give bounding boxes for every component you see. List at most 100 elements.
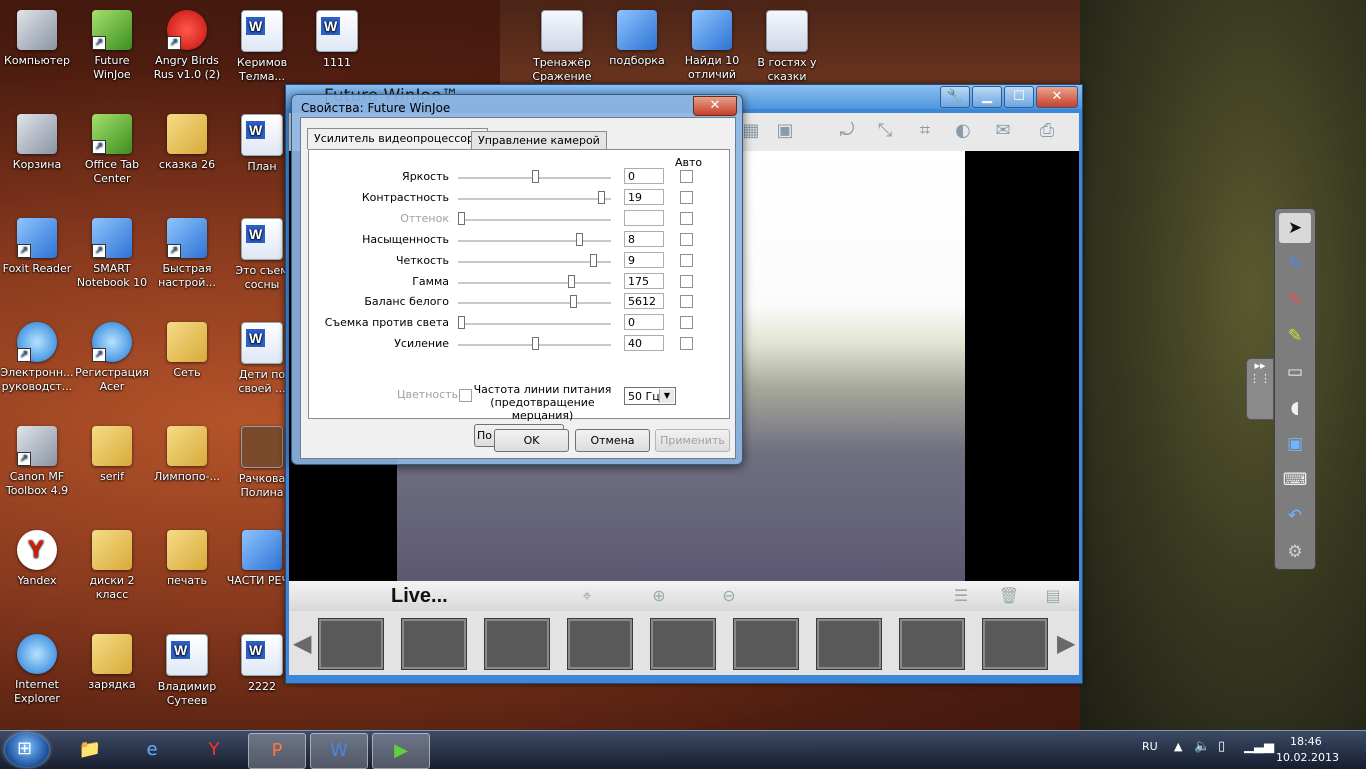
slider-track[interactable] (458, 261, 611, 264)
setting-value-field[interactable]: 0 (624, 314, 664, 330)
tray-arrow-icon[interactable]: ▲ (1174, 740, 1182, 753)
desktop-icon-1111[interactable]: 1111 (300, 10, 374, 70)
desktop-icon-fairytale[interactable]: В гостях у сказки (750, 10, 824, 84)
auto-checkbox[interactable] (680, 316, 693, 329)
slider-thumb[interactable] (590, 254, 597, 267)
thumbnail-slot[interactable] (567, 618, 633, 670)
ok-button[interactable]: OK (494, 429, 569, 452)
desktop-icon-smart-notebook[interactable]: ↗ SMART Notebook 10 (75, 218, 149, 290)
scroll-left-icon[interactable]: ◀ (293, 629, 311, 657)
resize-icon[interactable]: ⤡ (873, 119, 897, 143)
ie-taskbar-icon[interactable]: e (124, 733, 180, 767)
slider-track[interactable] (458, 323, 611, 326)
desktop-icon-find-10[interactable]: Найди 10 отличий (675, 10, 749, 82)
clock-date[interactable]: 10.02.2013 (1276, 751, 1339, 764)
creative-pen-icon[interactable]: ✎ (1279, 285, 1311, 315)
slider-thumb[interactable] (576, 233, 583, 246)
eraser-icon[interactable]: ▭ (1279, 357, 1311, 387)
thumbnail-slot[interactable] (733, 618, 799, 670)
thumbnail-slot[interactable] (401, 618, 467, 670)
frequency-select[interactable]: 50 Гц ▼ (624, 387, 676, 405)
notebook-icon[interactable]: ▣ (1279, 429, 1311, 459)
desktop-icon-podborka[interactable]: подборка (600, 10, 674, 68)
desktop-icon-yandex[interactable]: Yandex (0, 530, 74, 588)
thumbnail-slot[interactable] (982, 618, 1048, 670)
desktop-icon-ie[interactable]: Internet Explorer (0, 634, 74, 706)
speaker-icon[interactable]: 🔈 (1194, 739, 1210, 754)
desktop-icon-computer[interactable]: Компьютер (0, 10, 74, 68)
slider-track[interactable] (458, 240, 611, 243)
desktop-icon-office-tab[interactable]: ↗ Office Tab Center (75, 114, 149, 186)
auto-checkbox[interactable] (680, 191, 693, 204)
desktop-icon-acer-registration[interactable]: ↗ Регистрация Acer (75, 322, 149, 394)
desktop-icon-trainer[interactable]: Тренажёр Сражение (525, 10, 599, 84)
network-icon[interactable]: ▁▃▅ (1244, 739, 1274, 754)
auto-checkbox[interactable] (680, 254, 693, 267)
tab-video-amp[interactable]: Усилитель видеопроцессора (307, 128, 488, 149)
thumbnail-slot[interactable] (484, 618, 550, 670)
desktop-icon-charging[interactable]: зарядка (75, 634, 149, 692)
setting-value-field[interactable]: 19 (624, 189, 664, 205)
keyboard-icon[interactable]: ⌨ (1279, 465, 1311, 495)
toolbar-grip[interactable]: ▸▸ ⋮⋮ (1246, 358, 1274, 420)
auto-checkbox[interactable] (680, 295, 693, 308)
powerpoint-taskbar-icon[interactable]: P (248, 733, 306, 769)
thumbnail-slot[interactable] (650, 618, 716, 670)
desktop-icon-future-winjoe[interactable]: ↗ Future WinJoe (75, 10, 149, 82)
settings-wrench-icon[interactable]: 🔧 (940, 86, 970, 108)
rotate-icon[interactable]: ⤾ (835, 119, 859, 143)
auto-checkbox[interactable] (680, 337, 693, 350)
thumbnail-slot[interactable] (816, 618, 882, 670)
desktop-icon-recycle-bin[interactable]: Корзина (0, 114, 74, 172)
explorer-taskbar-icon[interactable]: 📁 (62, 733, 118, 767)
tab-camera-control[interactable]: Управление камерой (471, 131, 607, 149)
clock-time[interactable]: 18:46 (1290, 735, 1322, 748)
desktop-icon-print[interactable]: печать (150, 530, 224, 588)
chevron-down-icon[interactable]: ▼ (659, 389, 674, 403)
winjoe-taskbar-icon[interactable]: ▶ (372, 733, 430, 769)
desktop-icon-angry-birds[interactable]: ↗ Angry Birds Rus v1.0 (2) (150, 10, 224, 82)
dialog-close-button[interactable]: ✕ (693, 96, 737, 116)
auto-checkbox[interactable] (680, 170, 693, 183)
language-indicator[interactable]: RU (1142, 740, 1158, 753)
setting-value-field[interactable]: 40 (624, 335, 664, 351)
setting-value-field[interactable]: 9 (624, 252, 664, 268)
setting-value-field[interactable]: 5612 (624, 293, 664, 309)
fullscreen-icon[interactable]: ▣ (773, 119, 797, 143)
split-icon[interactable]: ☰ (949, 585, 973, 607)
desktop-icon-disks-2[interactable]: диски 2 класс (75, 530, 149, 602)
apply-button[interactable]: Применить (655, 429, 730, 452)
crosshair-icon[interactable]: ⌖ (575, 585, 599, 607)
close-button[interactable]: ✕ (1036, 86, 1078, 108)
setting-value-field[interactable]: 175 (624, 273, 664, 289)
trash-icon[interactable]: 🗑 (997, 585, 1021, 607)
desktop-icon-suteev[interactable]: Владимир Сутеев (150, 634, 224, 708)
thumbnail-slot[interactable] (899, 618, 965, 670)
minimize-button[interactable]: ▁ (972, 86, 1002, 108)
slider-track[interactable] (458, 302, 611, 305)
brightness-icon[interactable]: ◐ (951, 119, 975, 143)
slider-track[interactable] (458, 219, 611, 222)
desktop-icon-serif[interactable]: serif (75, 426, 149, 484)
setting-value-field[interactable]: 0 (624, 168, 664, 184)
desktop-icon-skazka-26[interactable]: сказка 26 (150, 114, 224, 172)
slider-thumb[interactable] (458, 316, 465, 329)
printer-icon[interactable]: ⎙ (1035, 119, 1059, 143)
desktop-icon-network[interactable]: Сеть (150, 322, 224, 380)
setting-value-field[interactable] (624, 210, 664, 226)
auto-checkbox[interactable] (680, 233, 693, 246)
desktop-icon-limpopo[interactable]: Лимпопо-... (150, 426, 224, 484)
select-arrow-icon[interactable]: ➤ (1279, 213, 1311, 243)
device-icon[interactable]: ▯ (1218, 739, 1225, 754)
gear-icon[interactable]: ⚙ (1279, 537, 1311, 567)
slider-thumb[interactable] (568, 275, 575, 288)
slider-thumb[interactable] (570, 295, 577, 308)
slider-thumb[interactable] (532, 337, 539, 350)
zoom-in-icon[interactable]: ⊕ (647, 585, 671, 607)
word-taskbar-icon[interactable]: W (310, 733, 368, 769)
pen-icon[interactable]: ✎ (1279, 249, 1311, 279)
start-button[interactable] (5, 733, 49, 767)
setting-value-field[interactable]: 8 (624, 231, 664, 247)
desktop-icon-canon[interactable]: ↗ Canon MF Toolbox 4.9 (0, 426, 74, 498)
slider-track[interactable] (458, 198, 611, 201)
